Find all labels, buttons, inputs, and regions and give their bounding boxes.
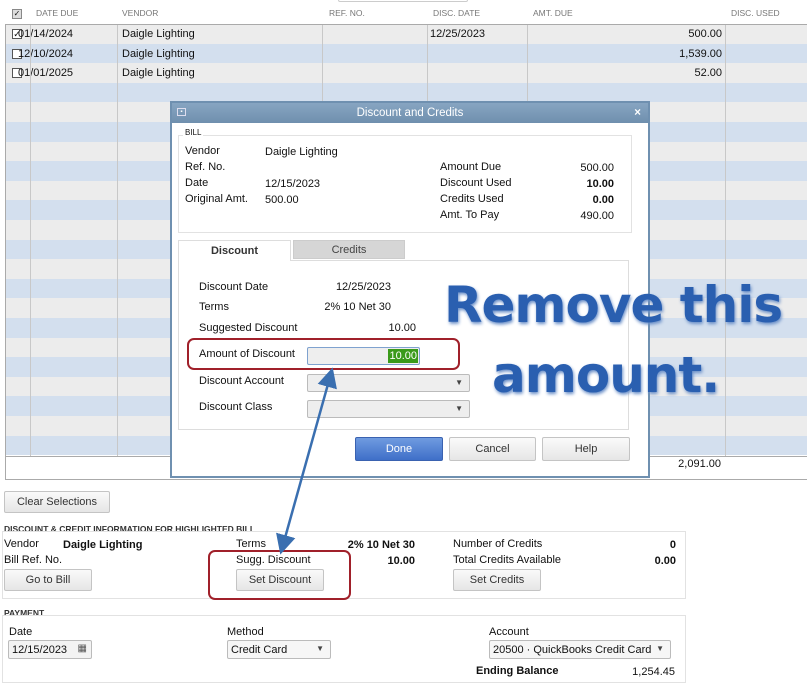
annotation-arrow: [276, 367, 337, 555]
tab-discount[interactable]: Discount: [178, 240, 291, 261]
